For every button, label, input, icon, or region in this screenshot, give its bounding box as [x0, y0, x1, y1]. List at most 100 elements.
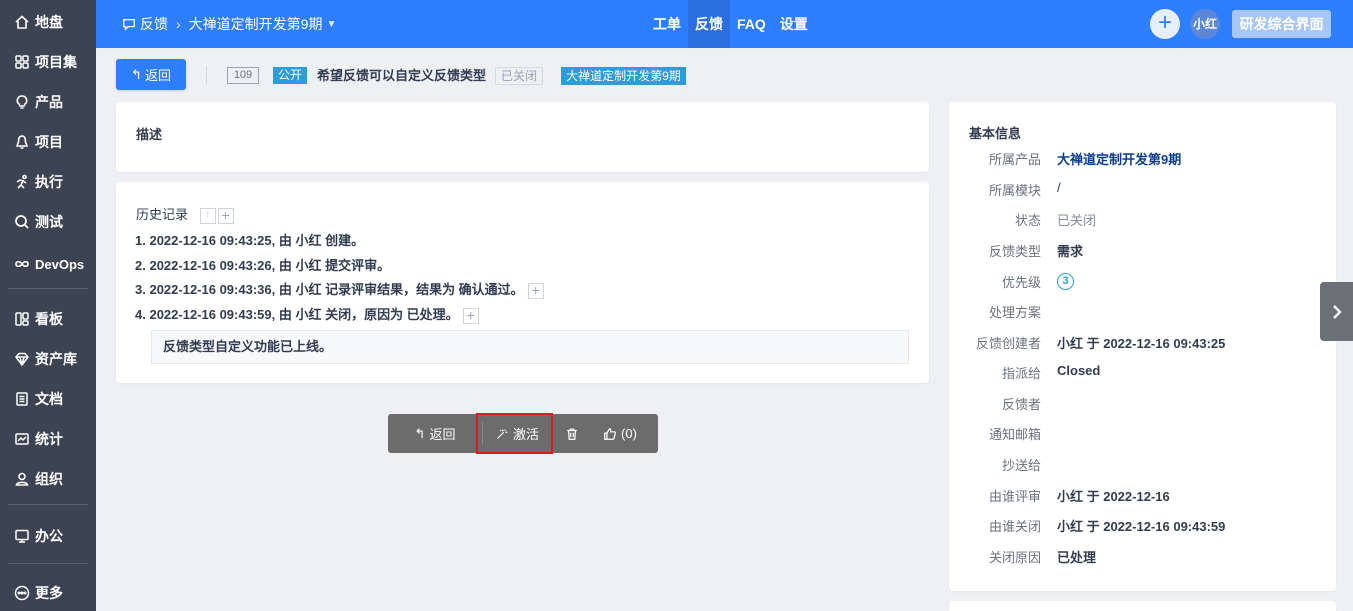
- history-entry: 3. 2022-12-16 09:43:36, 由 小红 记录评审结果，结果为 …: [135, 281, 544, 299]
- back-button[interactable]: ↰ 返回: [116, 59, 186, 90]
- info-row-module: 所属模块 /: [949, 180, 1337, 200]
- info-label: 反馈创建者: [975, 336, 1041, 351]
- sidebar-item-project[interactable]: 项目: [0, 126, 96, 158]
- info-label: 所属模块: [988, 183, 1041, 198]
- description-title: 描述: [136, 127, 163, 142]
- sidebar-item-office[interactable]: 办公: [0, 520, 96, 552]
- trash-icon: [565, 427, 579, 441]
- sidebar-item-doc[interactable]: 文档: [0, 383, 96, 415]
- infinity-icon: [13, 255, 31, 273]
- sidebar-item-label: DevOps: [35, 256, 85, 272]
- sidebar-item-dashboard[interactable]: 地盘: [0, 6, 96, 38]
- bell-icon: [13, 133, 31, 151]
- avatar[interactable]: 小红: [1190, 9, 1220, 39]
- next-card: [949, 601, 1336, 611]
- divider: [206, 66, 207, 84]
- chevron-right-icon: [1331, 304, 1343, 320]
- info-row-priority: 优先级 3: [949, 272, 1337, 292]
- tab-ticket[interactable]: 工单: [646, 0, 688, 48]
- create-plus-button[interactable]: +: [1150, 9, 1180, 39]
- basic-info-card: 基本信息 所属产品 大禅道定制开发第9期 所属模块 / 状态 已关闭 反馈类型 …: [949, 102, 1336, 591]
- info-value: 小红 于 2022-12-16 09:43:59: [1057, 519, 1226, 534]
- history-title: 历史记录 ↑ +: [136, 204, 234, 224]
- sidebar-item-label: 项目集: [35, 54, 77, 70]
- history-entry-text: 由 小红 提交评审。: [275, 258, 391, 273]
- history-entry-time: 2022-12-16 09:43:36,: [149, 282, 276, 297]
- history-comment: 反馈类型自定义功能已上线。: [151, 330, 909, 364]
- sidebar-item-test[interactable]: 测试: [0, 206, 96, 238]
- info-label: 所属产品: [988, 152, 1041, 167]
- priority-value: 3: [1057, 272, 1074, 290]
- side-panel-toggle[interactable]: [1320, 282, 1353, 341]
- history-entry-num: 1.: [135, 233, 146, 248]
- sidebar-item-label: 地盘: [35, 14, 63, 30]
- history-entry-time: 2022-12-16 09:43:59,: [149, 307, 276, 322]
- sidebar-item-org[interactable]: 组织: [0, 463, 96, 495]
- sidebar-item-label: 资产库: [35, 351, 77, 367]
- info-label: 优先级: [1001, 275, 1041, 290]
- back-arrow-icon: ↰: [414, 425, 426, 441]
- sidebar-item-label: 统计: [35, 431, 63, 447]
- chart-icon: [13, 430, 31, 448]
- sidebar-item-execution[interactable]: 执行: [0, 166, 96, 198]
- history-entry-num: 3.: [135, 282, 146, 297]
- sidebar-item-stats[interactable]: 统计: [0, 423, 96, 455]
- tab-faq[interactable]: FAQ: [730, 0, 773, 48]
- history-entry-num: 2.: [135, 258, 146, 273]
- info-label: 由谁关闭: [988, 519, 1041, 534]
- sidebar-item-label: 产品: [35, 94, 63, 110]
- expand-entry-icon[interactable]: +: [527, 282, 544, 299]
- sidebar-item-program[interactable]: 项目集: [0, 46, 96, 78]
- grid-icon: [13, 53, 31, 71]
- info-label: 通知邮箱: [988, 427, 1041, 442]
- sidebar-item-devops[interactable]: DevOps: [0, 248, 96, 280]
- breadcrumb-module[interactable]: 反馈: [140, 14, 168, 34]
- dev-interface-button[interactable]: 研发综合界面: [1232, 10, 1331, 38]
- sidebar-divider: [8, 288, 88, 289]
- like-count: (0): [621, 426, 637, 441]
- info-label: 反馈者: [1001, 397, 1041, 412]
- tab-feedback[interactable]: 反馈: [688, 0, 730, 48]
- sidebar-item-kanban[interactable]: 看板: [0, 303, 96, 335]
- back-button-label: 返回: [144, 68, 171, 83]
- info-value: 已关闭: [1057, 213, 1097, 228]
- product-link[interactable]: 大禅道定制开发第9期: [1057, 149, 1181, 168]
- history-title-label: 历史记录: [136, 207, 189, 222]
- tab-settings[interactable]: 设置: [773, 0, 815, 48]
- history-entry: 2. 2022-12-16 09:43:26, 由 小红 提交评审。: [135, 257, 390, 275]
- delete-button[interactable]: [552, 414, 592, 453]
- kanban-icon: [13, 310, 31, 328]
- sidebar-item-label: 执行: [35, 174, 63, 190]
- sidebar-item-assets[interactable]: 资产库: [0, 343, 96, 375]
- thumbs-up-icon: [603, 427, 621, 441]
- info-value: /: [1057, 180, 1061, 195]
- info-label: 处理方案: [988, 305, 1041, 320]
- like-button[interactable]: (0): [592, 414, 648, 453]
- caret-down-icon[interactable]: ▼: [326, 19, 336, 30]
- office-icon: [13, 527, 31, 545]
- main-tabs: 工单 反馈 FAQ 设置: [646, 0, 815, 48]
- info-row-created-by: 反馈创建者 小红 于 2022-12-16 09:43:25: [949, 333, 1337, 353]
- info-row-product: 所属产品 大禅道定制开发第9期: [949, 149, 1337, 169]
- sidebar-item-more[interactable]: 更多: [0, 577, 96, 609]
- expand-entry-icon[interactable]: +: [462, 307, 479, 324]
- info-row-closed-by: 由谁关闭 小红 于 2022-12-16 09:43:59: [949, 516, 1337, 536]
- breadcrumb-product[interactable]: 大禅道定制开发第9期: [189, 14, 323, 34]
- expand-all-icon[interactable]: +: [217, 207, 234, 224]
- visibility-badge: 公开: [273, 67, 307, 84]
- info-value: 小红 于 2022-12-16 09:43:25: [1057, 336, 1226, 351]
- status-badge: 已关闭: [495, 67, 543, 85]
- action-back-button[interactable]: ↰ 返回: [388, 414, 482, 453]
- sidebar-divider: [8, 504, 88, 505]
- info-value: 小红 于 2022-12-16: [1057, 489, 1170, 504]
- priority-badge: 3: [1057, 273, 1074, 290]
- sidebar-item-product[interactable]: 产品: [0, 86, 96, 118]
- sort-toggle-icon[interactable]: ↑: [199, 207, 216, 224]
- sidebar-item-label: 文档: [35, 391, 63, 407]
- info-value: Closed: [1057, 363, 1101, 378]
- search-icon: [13, 213, 31, 231]
- top-navbar: 反馈 › 大禅道定制开发第9期 ▼ 工单 反馈 FAQ 设置 + 小红 研发综合…: [96, 0, 1353, 48]
- run-icon: [13, 173, 31, 191]
- basic-info-title: 基本信息: [969, 126, 1022, 141]
- info-label: 指派给: [1001, 366, 1041, 381]
